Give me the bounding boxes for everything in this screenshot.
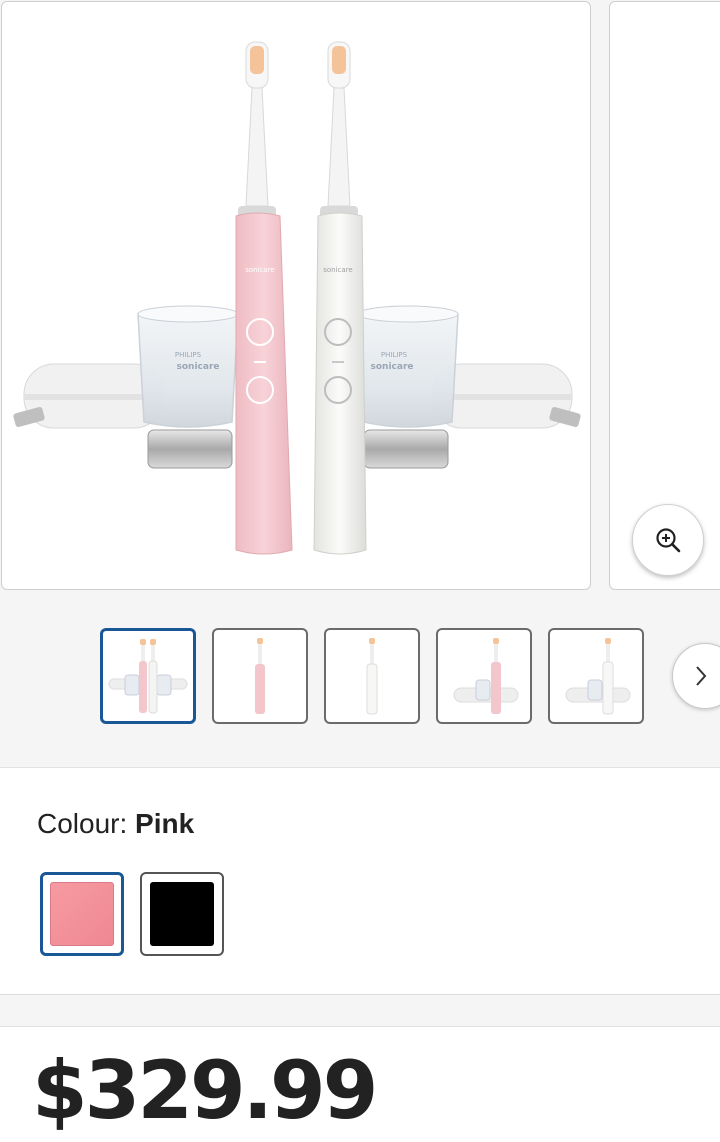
swatch-pink-fill (50, 882, 114, 946)
thumbnail-2[interactable] (212, 628, 308, 724)
thumbnail-image (366, 638, 378, 715)
swatch-black[interactable] (140, 872, 224, 956)
white-toothbrush: sonicare (313, 41, 367, 555)
pink-toothbrush: sonicare (235, 41, 293, 555)
thumbnail-4[interactable] (436, 628, 532, 724)
zoom-button[interactable] (632, 504, 704, 576)
charging-glass-left: PHILIPS sonicare (137, 305, 239, 469)
product-price: $329.99 (32, 1044, 378, 1137)
thumbnail-strip (0, 600, 720, 766)
thumbnail-image (255, 638, 265, 714)
svg-text:sonicare: sonicare (245, 266, 274, 274)
price-section: $329.99 (0, 1026, 720, 1142)
thumbnail-3[interactable] (324, 628, 420, 724)
zoom-in-icon (656, 528, 681, 553)
main-product-image[interactable]: PHILIPS sonicare PHILIPS sonicare sonica… (1, 1, 591, 590)
svg-text:sonicare: sonicare (371, 362, 414, 372)
colour-label: Colour: Pink (37, 808, 194, 840)
swatch-pink[interactable] (40, 872, 124, 956)
svg-text:sonicare: sonicare (177, 362, 220, 372)
thumbnail-image (565, 638, 631, 715)
thumbnail-image (108, 639, 188, 714)
svg-text:PHILIPS: PHILIPS (175, 351, 202, 359)
selected-colour-name: Pink (135, 808, 195, 839)
thumbnail-image (453, 638, 519, 714)
chevron-right-icon (696, 666, 707, 686)
next-product-image-peek[interactable] (609, 1, 720, 590)
thumbnail-1[interactable] (100, 628, 196, 724)
colour-prefix: Colour: (37, 808, 136, 839)
thumbnail-5[interactable] (548, 628, 644, 724)
product-gallery: PHILIPS sonicare PHILIPS sonicare sonica… (0, 0, 720, 600)
thumbnails-next-button[interactable] (672, 643, 720, 709)
svg-text:PHILIPS: PHILIPS (381, 351, 408, 359)
swatch-black-fill (150, 882, 214, 946)
toothbrush-set-illustration: PHILIPS sonicare PHILIPS sonicare sonica… (13, 41, 581, 555)
svg-text:sonicare: sonicare (323, 266, 352, 274)
charging-glass-right: PHILIPS sonicare (357, 305, 459, 469)
colour-selector: Colour: Pink (0, 767, 720, 995)
